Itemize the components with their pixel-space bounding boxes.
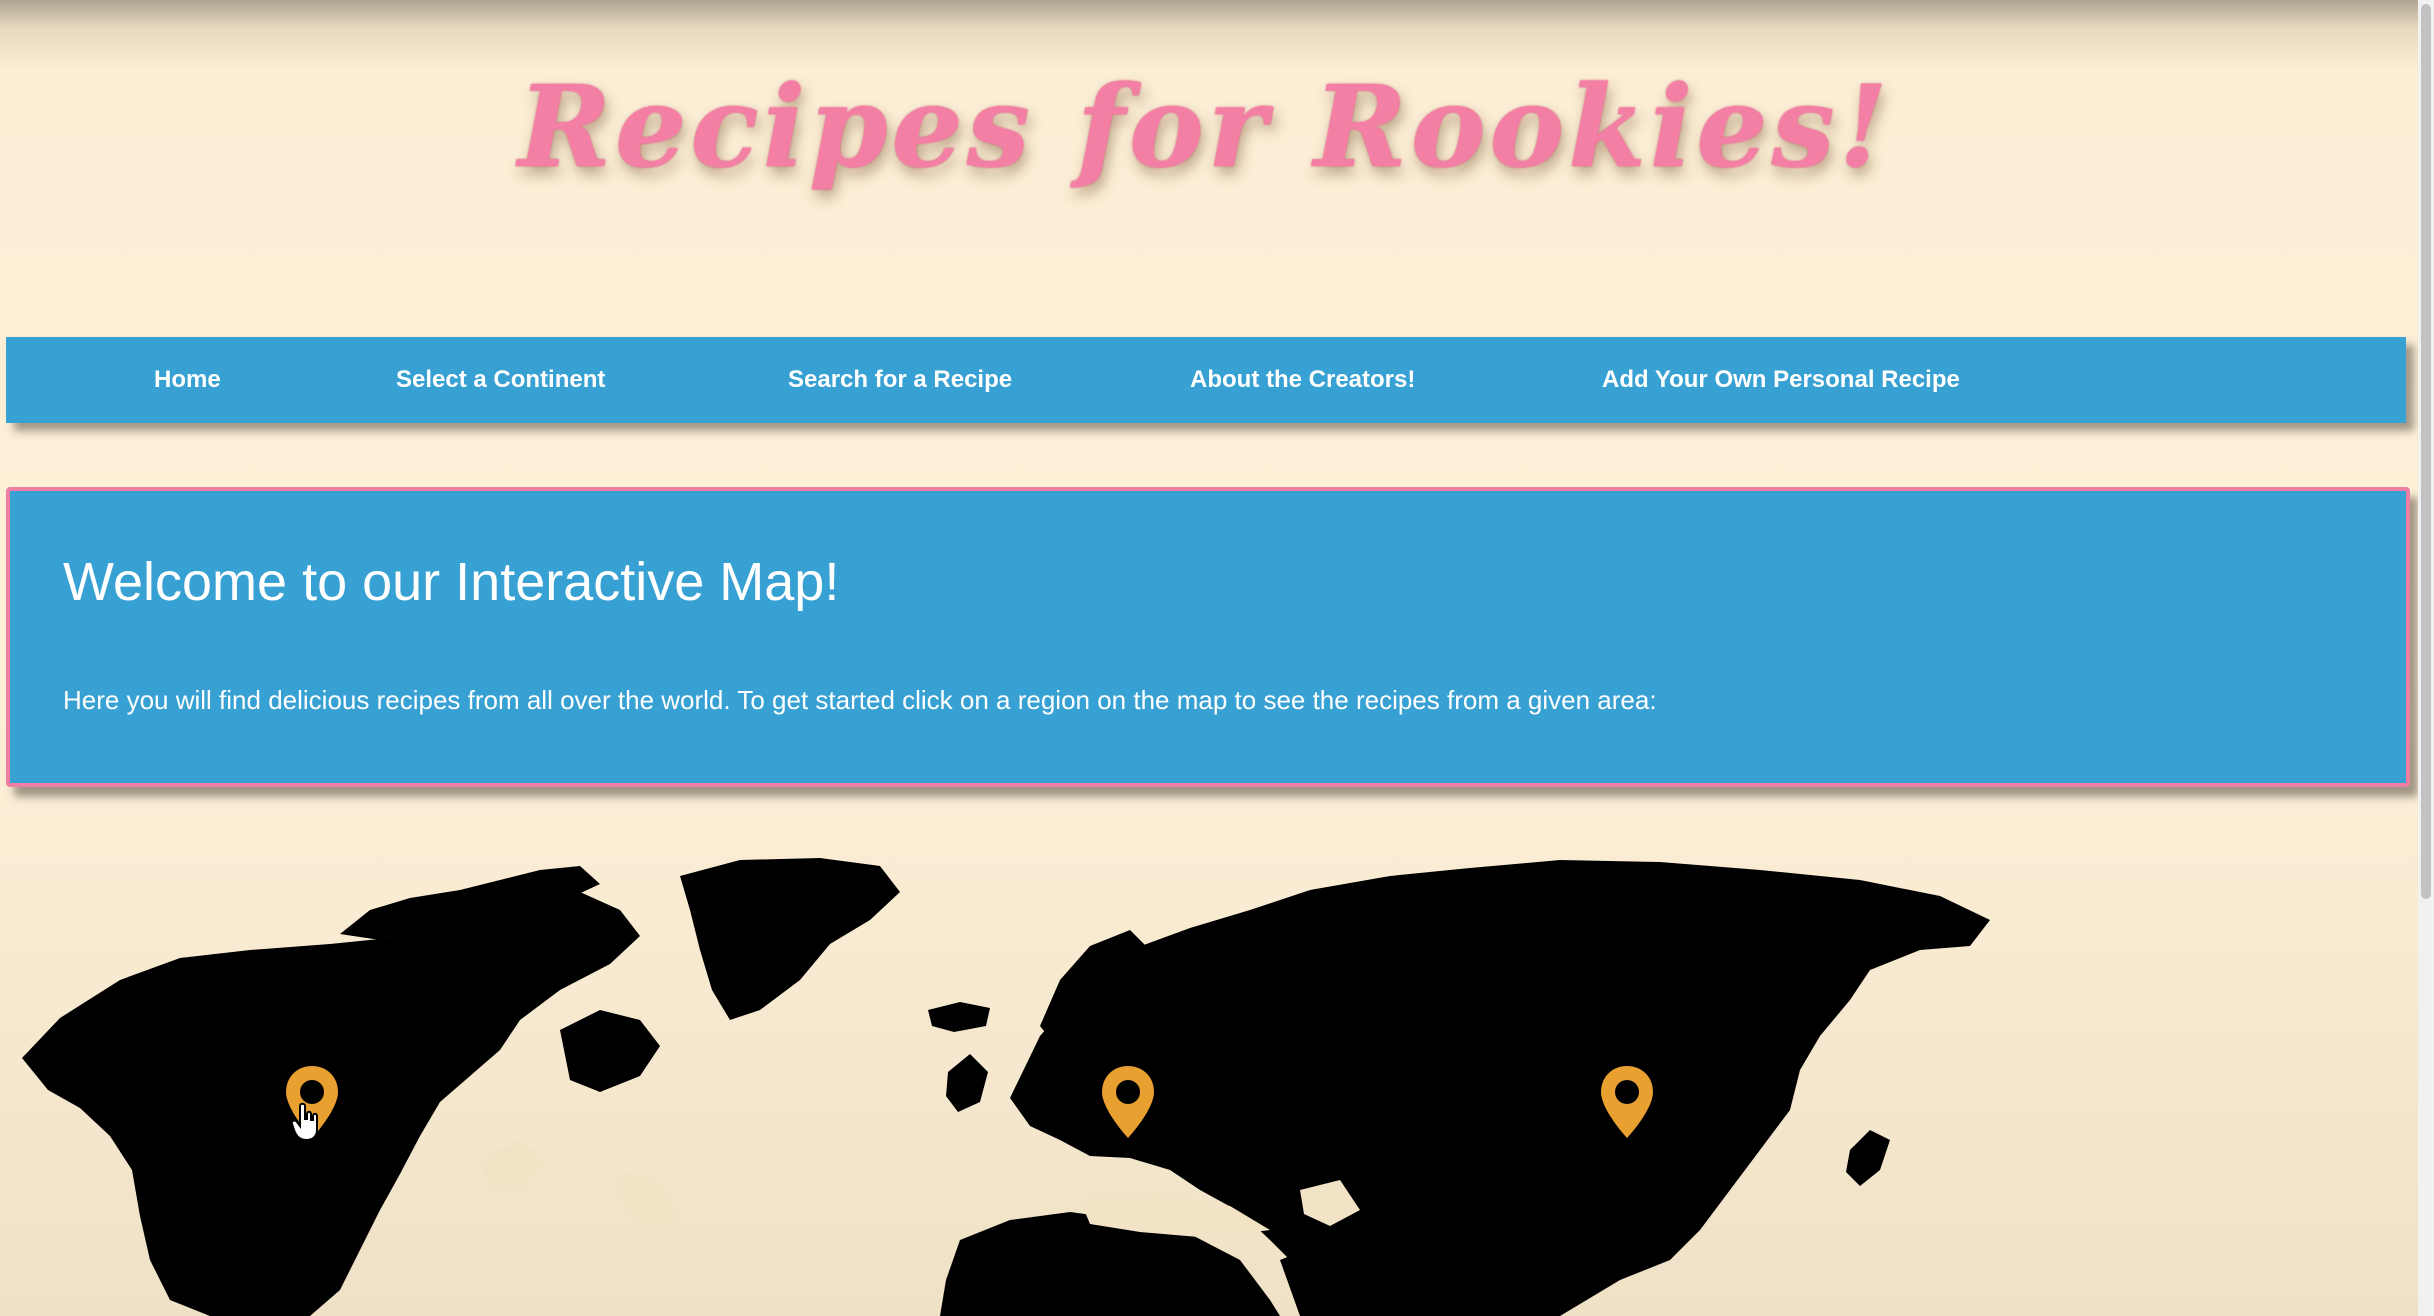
nav-item-home[interactable]: Home	[154, 337, 221, 423]
region-iceland	[928, 1002, 990, 1032]
region-hudson-east	[560, 1010, 660, 1092]
region-uk	[946, 1054, 988, 1112]
scrollbar-thumb[interactable]	[2421, 4, 2431, 899]
map-pin-icon-europe[interactable]	[1099, 1064, 1157, 1140]
map-pin-icon-asia[interactable]	[1598, 1064, 1656, 1140]
welcome-panel: Welcome to our Interactive Map! Here you…	[6, 487, 2410, 787]
nav-bar: Home Select a Continent Search for a Rec…	[6, 337, 2406, 423]
welcome-heading: Welcome to our Interactive Map!	[63, 552, 840, 612]
nav-item-add-recipe[interactable]: Add Your Own Personal Recipe	[1602, 337, 1960, 423]
hand-cursor-icon	[290, 1102, 318, 1142]
region-greenland	[680, 858, 900, 1020]
nav-item-about-creators[interactable]: About the Creators!	[1190, 337, 1415, 423]
site-title: Recipes for Rookies!	[518, 62, 1892, 193]
nav-item-select-continent[interactable]: Select a Continent	[396, 337, 605, 423]
region-japan	[1846, 1130, 1890, 1186]
nav-item-search-recipe[interactable]: Search for a Recipe	[788, 337, 1012, 423]
site-header: Recipes for Rookies!	[0, 0, 2410, 330]
welcome-text: Here you will find delicious recipes fro…	[63, 685, 1657, 715]
world-map-image[interactable]	[0, 840, 2434, 1316]
interactive-map[interactable]	[0, 840, 2434, 1316]
